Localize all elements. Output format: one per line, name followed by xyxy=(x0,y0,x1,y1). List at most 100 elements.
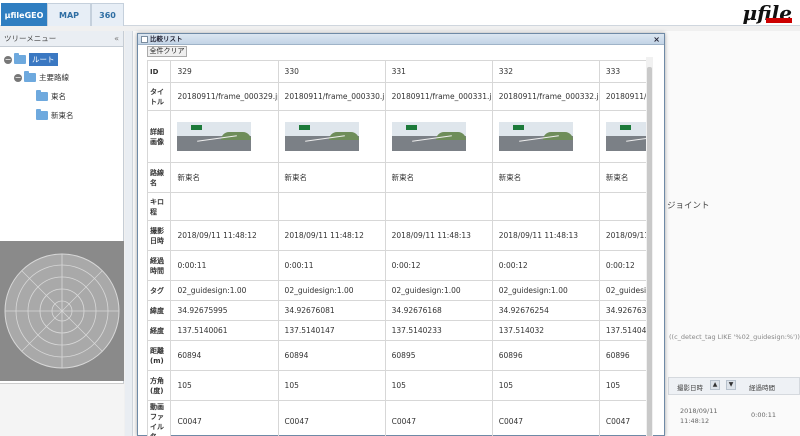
comparison-list-dialog: 比較リスト × 全件クリア ID 329 330 331 332 333 タイト… xyxy=(137,33,665,436)
direction-compass xyxy=(0,241,124,381)
window-icon xyxy=(141,36,148,43)
cell-lon: 137.5140147 xyxy=(277,320,386,341)
cell-elapsed: 0:00:12 xyxy=(598,250,649,281)
close-icon[interactable]: × xyxy=(653,34,660,45)
left-bottom-area xyxy=(0,383,124,436)
cell-title: 20180911/frame_000331.jpg xyxy=(384,82,493,111)
cell-tag: 02_guidesign:1.00 xyxy=(598,280,649,301)
tree-node-group[interactable]: − 主要路線 xyxy=(14,71,69,83)
cell-lat: 34.92676081 xyxy=(277,300,386,321)
row-label: 経度 xyxy=(147,320,172,341)
cell-video: C0047 xyxy=(384,400,493,436)
cell-lat: 34.92675995 xyxy=(170,300,279,321)
cell-image xyxy=(598,110,649,163)
row-label: 路線名 xyxy=(147,162,172,193)
cell-tag: 02_guidesign:1.00 xyxy=(170,280,279,301)
row-label: キロ程 xyxy=(147,192,172,221)
row-label: タイトル xyxy=(147,82,172,111)
row-title: タイトル 20180911/frame_000329.jpg 20180911/… xyxy=(147,82,649,111)
cell-distance: 60895 xyxy=(384,340,493,371)
cell-direction: 105 xyxy=(277,370,386,401)
collapse-icon[interactable]: − xyxy=(4,55,12,64)
grid-cell-time: 11:48:12 xyxy=(680,417,710,425)
row-id: ID 329 330 331 332 333 xyxy=(147,60,649,83)
cell-elapsed: 0:00:12 xyxy=(491,250,600,281)
top-bar: μfileGEO MAP 360 μfile xyxy=(0,0,800,26)
row-elapsed: 経過時間 0:00:11 0:00:11 0:00:12 0:00:12 0:0… xyxy=(147,250,649,281)
comparison-table: ID 329 330 331 332 333 タイトル 20180911/fra… xyxy=(147,60,649,436)
cell-image xyxy=(277,110,386,163)
cell-title: 20180911/frame_000329.jpg xyxy=(170,82,279,111)
clear-all-button[interactable]: 全件クリア xyxy=(147,46,187,57)
cell-tag: 02_guidesign:1.00 xyxy=(384,280,493,301)
cell-id: 331 xyxy=(384,60,493,83)
cell-route: 新東名 xyxy=(170,162,279,193)
frame-thumbnail[interactable] xyxy=(391,122,466,151)
cell-id: 333 xyxy=(598,60,649,83)
row-label: 方角(度) xyxy=(147,370,172,401)
panel-splitter[interactable] xyxy=(125,31,133,436)
cell-route: 新東名 xyxy=(384,162,493,193)
tree-node-label: 東名 xyxy=(51,92,66,101)
cell-id: 332 xyxy=(491,60,600,83)
cell-video: C0047 xyxy=(598,400,649,436)
double-chevron-left-icon[interactable]: « xyxy=(114,31,119,47)
sort-asc-icon[interactable]: ▲ xyxy=(710,380,720,390)
grid-col-elapsed[interactable]: 経過時間 xyxy=(749,382,775,392)
sort-desc-icon[interactable]: ▼ xyxy=(726,380,736,390)
cell-lon: 137.5140061 xyxy=(170,320,279,341)
cell-elapsed: 0:00:12 xyxy=(384,250,493,281)
tab-map[interactable]: MAP xyxy=(47,3,91,26)
frame-thumbnail[interactable] xyxy=(605,122,649,151)
cell-lat: 34.92676168 xyxy=(384,300,493,321)
grid-col-datetime[interactable]: 撮影日時 xyxy=(677,382,703,392)
folder-icon xyxy=(36,109,48,120)
cell-title: 20180911/frame_000330.jpg xyxy=(277,82,386,111)
tab-mufilegeo[interactable]: μfileGEO xyxy=(1,3,47,26)
cell-image xyxy=(491,110,600,163)
filter-expression: ((c_detect_tag LIKE '%02_guidesign:%')) xyxy=(669,333,800,341)
frame-thumbnail[interactable] xyxy=(498,122,573,151)
cell-datetime: 2018/09/11 11:48:12 xyxy=(277,220,386,251)
joint-label: ジョイント xyxy=(667,201,710,211)
grid-cell-elapsed: 0:00:11 xyxy=(751,411,777,419)
row-video: 動画ファイル名 C0047 C0047 C0047 C0047 C0047 xyxy=(147,400,649,436)
cell-elapsed: 0:00:11 xyxy=(277,250,386,281)
grid-cell-datetime: 2018/09/11 11:48:12 xyxy=(680,406,717,426)
cell-lat: 34.92676254 xyxy=(491,300,600,321)
cell-lon: 137.5140233 xyxy=(384,320,493,341)
cell-direction: 105 xyxy=(170,370,279,401)
frame-thumbnail[interactable] xyxy=(177,122,252,151)
row-label: タグ xyxy=(147,280,172,301)
tree-node-label: 主要路線 xyxy=(39,73,69,82)
compass-graphic xyxy=(4,253,120,369)
tree-panel-title: ツリーメニュー xyxy=(4,34,57,43)
cell-lat: 34.92676341 xyxy=(598,300,649,321)
dialog-titlebar[interactable]: 比較リスト × xyxy=(138,34,664,45)
row-label: 撮影日時 xyxy=(147,220,172,251)
tree-node-label: ルート xyxy=(29,53,58,66)
tree-node-root[interactable]: − ルート xyxy=(4,53,58,66)
row-datetime: 撮影日時 2018/09/11 11:48:12 2018/09/11 11:4… xyxy=(147,220,649,251)
cell-tag: 02_guidesign:1.00 xyxy=(491,280,600,301)
cell-route: 新東名 xyxy=(598,162,649,193)
cell-datetime: 2018/09/11 11:48:13 xyxy=(598,220,649,251)
scrollbar-thumb[interactable] xyxy=(647,67,652,436)
cell-km xyxy=(491,192,600,221)
grid-cell-date: 2018/09/11 xyxy=(680,407,718,415)
cell-id: 329 xyxy=(170,60,279,83)
tree-node-item[interactable]: 東名 xyxy=(36,90,66,102)
tree-node-label: 新東名 xyxy=(51,111,74,120)
cell-image xyxy=(170,110,279,163)
cell-km xyxy=(277,192,386,221)
row-label: 緯度 xyxy=(147,300,172,321)
cell-video: C0047 xyxy=(491,400,600,436)
row-label: 詳細画像 xyxy=(147,110,172,163)
cell-video: C0047 xyxy=(170,400,279,436)
cell-datetime: 2018/09/11 11:48:13 xyxy=(384,220,493,251)
cell-tag: 02_guidesign:1.00 xyxy=(277,280,386,301)
tree-node-item[interactable]: 新東名 xyxy=(36,109,74,121)
tab-360[interactable]: 360 xyxy=(91,3,124,26)
collapse-icon[interactable]: − xyxy=(14,73,22,82)
frame-thumbnail[interactable] xyxy=(284,122,359,151)
